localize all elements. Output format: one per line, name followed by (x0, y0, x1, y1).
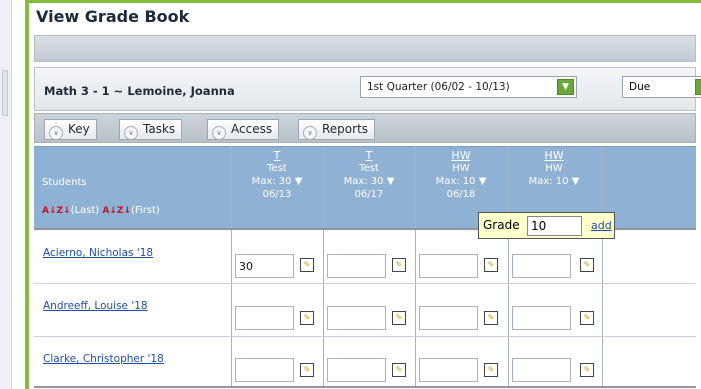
quarter-select-value: 1st Quarter (06/02 - 10/13) (367, 81, 510, 93)
chevron-down-icon: ∨ (212, 126, 226, 140)
sort-last-link[interactable]: (Last) (71, 205, 100, 216)
caret-down-icon[interactable]: ▼ (572, 176, 580, 187)
column-separator (323, 146, 324, 388)
assignment-date: 06/17 (354, 189, 384, 200)
sort-first-link[interactable]: (First) (131, 205, 160, 216)
chevron-down-icon[interactable] (695, 79, 701, 95)
access-button-label: Access (231, 122, 273, 136)
course-title: Math 3 - 1 ~ Lemoine, Joanna (44, 84, 235, 98)
grade-input[interactable] (512, 306, 571, 330)
key-button-label: Key (68, 122, 90, 136)
key-button[interactable]: ∨ Key (44, 119, 97, 140)
assignment-max: Max: 10 (435, 176, 476, 187)
access-button[interactable]: ∨ Access (207, 119, 280, 140)
student-link[interactable]: Andreeff, Louise '18 (43, 300, 148, 312)
grade-input[interactable] (512, 358, 571, 382)
grid-bottom-border (34, 386, 696, 388)
assignment-code-link[interactable]: HW (417, 149, 505, 162)
caret-down-icon[interactable]: ▼ (479, 176, 487, 187)
grade-popup-label: Grade (483, 218, 520, 232)
grade-input[interactable] (419, 254, 478, 278)
edit-icon[interactable]: ✎ (300, 363, 314, 377)
tasks-button[interactable]: ∨ Tasks (119, 119, 183, 140)
assignment-type: HW (545, 163, 563, 174)
column-separator (415, 146, 416, 388)
sort-first-az-icon[interactable]: A↓Z↓ (102, 206, 131, 216)
edit-icon[interactable]: ✎ (484, 258, 498, 272)
grade-input[interactable] (512, 254, 571, 278)
row-divider (34, 336, 696, 337)
student-link[interactable]: Acierno, Nicholas '18 (43, 247, 153, 259)
grade-popup: Grade 10 add (478, 212, 615, 239)
caret-down-icon[interactable]: ▼ (295, 176, 303, 187)
frame-top-border (25, 0, 701, 3)
edit-icon[interactable]: ✎ (580, 311, 594, 325)
student-link[interactable]: Clarke, Christopher '18 (43, 353, 164, 365)
grade-input[interactable] (327, 254, 386, 278)
grade-input[interactable] (235, 358, 294, 382)
column-separator (602, 146, 603, 388)
tasks-button-label: Tasks (143, 122, 176, 136)
header-band (34, 35, 696, 62)
assignment-max: Max: 30 (251, 176, 292, 187)
column-separator (231, 146, 232, 388)
assignment-code-link[interactable]: T (325, 149, 413, 162)
caret-down-icon[interactable]: ▼ (387, 176, 395, 187)
sort-last-az-icon[interactable]: A↓Z↓ (42, 206, 71, 216)
edit-icon[interactable]: ✎ (484, 311, 498, 325)
column-separator (508, 146, 509, 388)
grade-input[interactable] (419, 358, 478, 382)
assignment-max: Max: 10 (528, 176, 569, 187)
quarter-select[interactable]: 1st Quarter (06/02 - 10/13) ▼ (360, 76, 577, 98)
students-column-label: Students (42, 177, 87, 188)
grade-input[interactable] (327, 306, 386, 330)
assignment-column-header: HW HW Max: 10 ▼ (510, 149, 598, 188)
reports-button[interactable]: ∨ Reports (298, 119, 376, 140)
sort-select-value: Due (629, 81, 651, 93)
chevron-down-icon: ∨ (49, 126, 63, 140)
edit-icon[interactable]: ✎ (392, 258, 406, 272)
chevron-down-icon[interactable]: ▼ (557, 79, 574, 95)
grade-input[interactable]: 30 (235, 254, 294, 278)
edit-icon[interactable]: ✎ (580, 258, 594, 272)
panel-handle[interactable] (2, 70, 8, 116)
assignment-type: Test (359, 163, 379, 174)
chevron-down-icon: ∨ (303, 126, 317, 140)
grade-input[interactable] (419, 306, 478, 330)
edit-icon[interactable]: ✎ (580, 363, 594, 377)
reports-button-label: Reports (322, 122, 369, 136)
edit-icon[interactable]: ✎ (392, 311, 406, 325)
edit-icon[interactable]: ✎ (392, 363, 406, 377)
assignment-type: HW (452, 163, 470, 174)
edit-icon[interactable]: ✎ (300, 311, 314, 325)
assignment-type: Test (267, 163, 287, 174)
left-edge (0, 0, 12, 389)
assignment-code-link[interactable]: T (233, 149, 321, 162)
assignment-column-header: T Test Max: 30 ▼ 06/17 (325, 149, 413, 201)
student-sort-controls: A↓Z↓(Last) A↓Z↓(First) (42, 205, 160, 216)
edit-icon[interactable]: ✎ (300, 258, 314, 272)
page-title: View Grade Book (36, 7, 190, 26)
grade-popup-input[interactable]: 10 (527, 216, 582, 236)
assignment-date: 06/18 (446, 189, 476, 200)
grade-input[interactable] (235, 306, 294, 330)
grade-input[interactable] (327, 358, 386, 382)
assignment-column-header: HW HW Max: 10 ▼ 06/18 (417, 149, 505, 201)
assignment-max: Max: 30 (343, 176, 384, 187)
chevron-down-icon: ∨ (124, 126, 138, 140)
row-divider (34, 283, 696, 284)
assignment-code-link[interactable]: HW (510, 149, 598, 162)
sort-select[interactable]: Due (622, 76, 701, 98)
add-grade-link[interactable]: add (591, 219, 612, 232)
assignment-column-header: T Test Max: 30 ▼ 06/13 (233, 149, 321, 201)
edit-icon[interactable]: ✎ (484, 363, 498, 377)
assignment-date: 06/13 (262, 189, 292, 200)
